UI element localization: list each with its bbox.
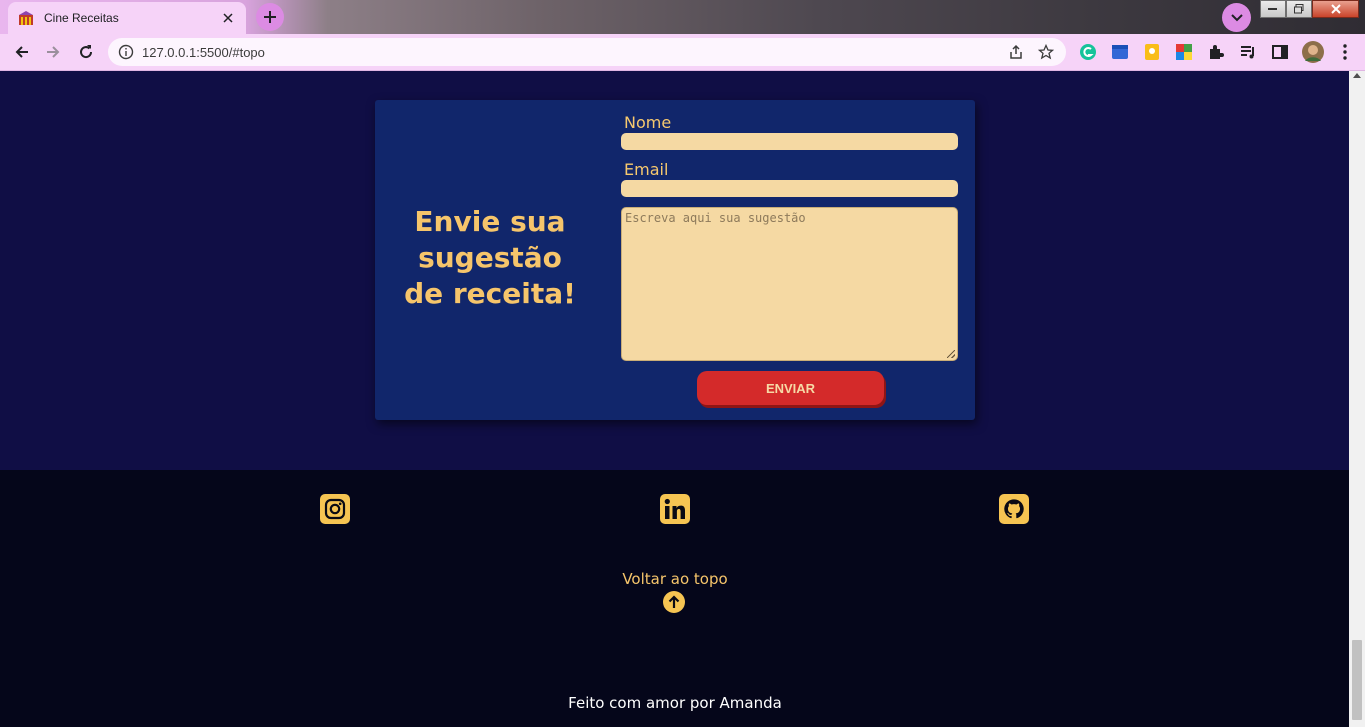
- forward-button[interactable]: [41, 40, 65, 64]
- keep-icon[interactable]: [1142, 42, 1162, 62]
- minimize-button[interactable]: [1260, 0, 1286, 18]
- back-button[interactable]: [10, 40, 34, 64]
- name-field[interactable]: [621, 133, 958, 150]
- window-controls: [1260, 0, 1359, 20]
- info-icon[interactable]: [118, 44, 134, 60]
- share-icon[interactable]: [1006, 42, 1026, 62]
- chevron-down-icon: [1230, 13, 1243, 21]
- footer-credit: Feito com amor por Amanda: [568, 694, 782, 712]
- github-icon[interactable]: [999, 494, 1029, 524]
- url-text[interactable]: 127.0.0.1:5500/#topo: [142, 45, 1006, 60]
- scrollbar-thumb[interactable]: [1352, 640, 1362, 720]
- cinema-favicon-icon: [19, 11, 33, 25]
- grammarly-icon[interactable]: [1078, 42, 1098, 62]
- name-label: Nome: [624, 113, 672, 132]
- tab-title: Cine Receitas: [44, 11, 119, 25]
- browser-tab[interactable]: Cine Receitas: [8, 2, 246, 34]
- new-tab-button[interactable]: [256, 3, 284, 31]
- star-icon[interactable]: [1036, 42, 1056, 62]
- suggestion-section: Envie sua sugestão de receita! Nome Emai…: [0, 71, 1349, 470]
- instagram-icon[interactable]: [320, 494, 350, 524]
- address-bar[interactable]: 127.0.0.1:5500/#topo: [108, 38, 1066, 66]
- linkedin-icon[interactable]: [660, 494, 690, 524]
- message-placeholder: Escreva aqui sua sugestão: [625, 211, 806, 225]
- close-icon: [1330, 4, 1341, 14]
- reload-button[interactable]: [74, 40, 98, 64]
- media-icon[interactable]: [1238, 42, 1258, 62]
- calendar-extension-icon[interactable]: [1110, 42, 1130, 62]
- restore-button[interactable]: [1286, 0, 1312, 18]
- send-button[interactable]: ENVIAR: [697, 371, 884, 405]
- color-extension-icon[interactable]: [1174, 42, 1194, 62]
- plus-icon: [264, 11, 276, 23]
- back-to-top-link[interactable]: Voltar ao topo: [560, 570, 790, 588]
- email-field[interactable]: [621, 180, 958, 197]
- restore-icon: [1294, 4, 1304, 14]
- forward-icon: [47, 46, 60, 58]
- suggestion-heading: Envie sua sugestão de receita!: [404, 205, 576, 310]
- back-icon: [15, 46, 28, 58]
- extensions-icon[interactable]: [1206, 42, 1226, 62]
- menu-icon[interactable]: [1335, 42, 1355, 62]
- page-content: Envie sua sugestão de receita! Nome Emai…: [0, 71, 1349, 727]
- sidepanel-icon[interactable]: [1270, 42, 1290, 62]
- footer: Voltar ao topo Feito com amor por Amanda: [0, 470, 1349, 727]
- scroll-up-icon[interactable]: [1353, 73, 1361, 78]
- resize-handle-icon[interactable]: [947, 350, 955, 358]
- close-window-button[interactable]: [1312, 0, 1359, 18]
- browser-toolbar: 127.0.0.1:5500/#topo: [0, 34, 1365, 71]
- close-tab-icon[interactable]: [220, 10, 236, 26]
- email-label: Email: [624, 160, 669, 179]
- message-textarea[interactable]: Escreva aqui sua sugestão: [621, 207, 958, 361]
- arrow-up-icon[interactable]: [663, 591, 685, 613]
- suggestion-card: Envie sua sugestão de receita! Nome Emai…: [375, 100, 975, 420]
- browser-tab-bar: Cine Receitas: [0, 0, 1365, 34]
- profile-avatar[interactable]: [1301, 40, 1325, 64]
- page-scrollbar[interactable]: [1349, 71, 1365, 727]
- tab-search-button[interactable]: [1222, 3, 1251, 32]
- reload-icon: [80, 45, 93, 59]
- minimize-icon: [1268, 8, 1277, 10]
